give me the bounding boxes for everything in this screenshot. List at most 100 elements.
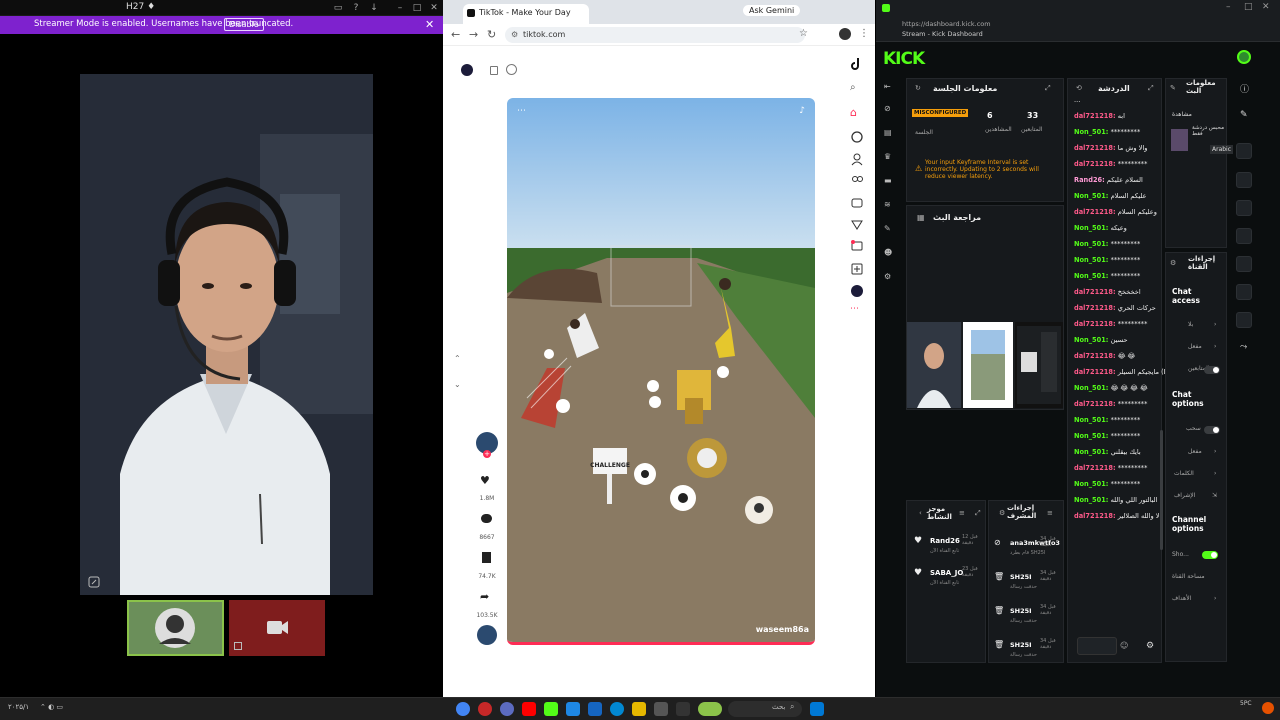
chat-username[interactable]: Non_501: [1074, 432, 1108, 440]
chat-username[interactable]: Non_501: [1074, 384, 1108, 392]
chat-username[interactable]: dal721218: [1074, 464, 1116, 472]
chat-username[interactable]: dal721218: [1074, 368, 1116, 376]
prev-video-icon[interactable]: ⌃ [454, 354, 461, 363]
more-icon[interactable]: ⋯ [850, 304, 864, 318]
chevron-right-icon[interactable]: › [1214, 595, 1216, 602]
chat-message[interactable]: Non_501: ********* [1074, 480, 1140, 488]
chevron-right-icon[interactable]: › [1214, 321, 1216, 328]
banner-close-icon[interactable]: ✕ [425, 18, 434, 31]
minimize-button[interactable]: – [394, 2, 406, 14]
rail-link-icon[interactable]: ⊘ [884, 104, 896, 116]
bookmark-icon[interactable] [482, 552, 491, 563]
rail-share-icon[interactable]: ⤳ [1240, 342, 1247, 352]
chat-message[interactable]: ... [1074, 96, 1080, 104]
collapse-rail-icon[interactable]: ⇤ [884, 82, 896, 94]
participant-tile-avatar[interactable] [127, 600, 224, 656]
tiktok-device-icon[interactable] [490, 66, 498, 75]
disable-button[interactable]: Disable [224, 18, 264, 31]
expand-icon[interactable]: ⤢ [975, 509, 981, 518]
chevron-right-icon[interactable]: › [1214, 343, 1216, 350]
chat-settings-icon[interactable]: ⚙ [1146, 641, 1154, 651]
chat-username[interactable]: dal721218: [1074, 512, 1116, 520]
chat-username[interactable]: Non_501: [1074, 416, 1108, 424]
like-heart-icon[interactable]: ♥ [480, 474, 490, 487]
url-field[interactable]: ⚙ tiktok.com [505, 27, 805, 43]
chat-message[interactable]: dal721218: ********* [1074, 320, 1147, 328]
rail-community-icon[interactable]: ☻ [884, 248, 896, 260]
next-video-icon[interactable]: ⌄ [454, 380, 461, 389]
chat-username[interactable]: Non_501: [1074, 272, 1108, 280]
tile-pop-out-icon[interactable] [234, 642, 242, 650]
video-username[interactable]: waseem86a [756, 625, 809, 634]
edge-icon[interactable] [610, 702, 624, 716]
rail-lightning-icon[interactable] [1236, 172, 1252, 188]
upload-icon[interactable] [850, 262, 864, 276]
external-link-icon[interactable]: ⇲ [1212, 492, 1217, 499]
rail-analytics-icon[interactable]: ≋ [884, 200, 896, 212]
activity-icon[interactable] [850, 240, 864, 254]
chat-username[interactable]: Non_501: [1074, 224, 1108, 232]
kick-url[interactable]: https://dashboard.kick.com [902, 20, 991, 28]
chat-message[interactable]: Non_501: وعيكه [1074, 224, 1127, 232]
event-username[interactable]: SABA_JO [930, 569, 963, 577]
close-button[interactable]: ✕ [428, 2, 440, 14]
mod-action-user[interactable]: SH25I [1010, 573, 1032, 581]
chat-username[interactable]: Non_501: [1074, 448, 1108, 456]
ask-gemini-button[interactable]: Ask Gemini [743, 5, 801, 16]
chat-toggle-icon[interactable]: ⟲ [1076, 84, 1082, 92]
chat-message[interactable]: Non_501: ********* [1074, 128, 1140, 136]
chat-username[interactable]: Non_501: [1074, 336, 1108, 344]
profile-icon[interactable] [850, 284, 864, 298]
chat-username[interactable]: dal721218: [1074, 208, 1116, 216]
rail-link-icon[interactable] [1236, 256, 1252, 272]
discord-icon[interactable] [500, 702, 514, 716]
window-download-icon[interactable]: ↓ [368, 2, 380, 14]
window-inbox-icon[interactable]: ▭ [332, 2, 344, 14]
chat-message[interactable]: dal721218: ابه [1074, 112, 1125, 120]
chat-access-option-1[interactable]: بلا [1188, 321, 1193, 328]
chat-option-4[interactable]: الإشراف [1174, 492, 1195, 499]
reload-icon[interactable]: ↻ [487, 28, 496, 41]
rail-content-icon[interactable]: ▤ [884, 128, 896, 140]
participant-tile-camera[interactable] [229, 600, 325, 656]
chat-message[interactable]: dal721218: حركات الحري [1074, 304, 1156, 312]
filter-icon[interactable]: ≡ [1047, 509, 1053, 517]
event-username[interactable]: Rand26 [930, 537, 960, 545]
kick-taskbar-icon[interactable] [544, 702, 558, 716]
chat-username[interactable]: Non_501: [1074, 128, 1108, 136]
channel-option-3[interactable]: الأهداف [1172, 595, 1191, 602]
chat-message[interactable]: dal721218: لا والله الصلالير [1074, 512, 1160, 520]
chat-message[interactable]: Non_501: بايك بيقلني [1074, 448, 1141, 456]
mod-settings-icon[interactable]: ⚙ [999, 509, 1005, 517]
widgets-icon[interactable] [698, 702, 722, 716]
live-icon[interactable] [850, 196, 864, 210]
session-info-expand-icon[interactable]: ⤢ [1045, 84, 1051, 93]
chat-message[interactable]: dal721218: 😂 😂 [1074, 352, 1135, 360]
rail-stream-icon[interactable]: ▬ [884, 176, 896, 188]
rail-tools-icon[interactable]: ✎ [884, 224, 896, 236]
channel-actions-settings-icon[interactable]: ⚙ [1170, 259, 1176, 267]
chat-message[interactable]: Non_501: ********* [1074, 432, 1140, 440]
browser-menu-icon[interactable]: ⋮ [859, 28, 869, 39]
chat-expand-icon[interactable]: ⤢ [1148, 84, 1154, 93]
chat-username[interactable]: Non_501: [1074, 496, 1108, 504]
chat-message[interactable]: Non_501: البالتور اللي والله [1074, 496, 1157, 504]
rail-settings-icon[interactable]: ⚙ [884, 272, 896, 284]
search-icon[interactable]: ⌕ [850, 82, 864, 96]
chat-option-1[interactable]: سحب [1186, 425, 1201, 432]
friends-icon[interactable] [850, 174, 864, 188]
chrome-icon[interactable] [456, 702, 470, 716]
rail-chat-icon[interactable] [1236, 143, 1252, 159]
tab-tiktok[interactable]: TikTok - Make Your Day [463, 4, 589, 24]
edit-icon[interactable]: ✎ [1240, 110, 1248, 120]
chat-username[interactable]: dal721218: [1074, 400, 1116, 408]
stream-info-edit-icon[interactable]: ✎ [1170, 84, 1176, 92]
file-explorer-icon[interactable] [632, 702, 646, 716]
follow-plus-icon[interactable]: + [483, 450, 491, 458]
stream-preview-thumbnail[interactable] [907, 322, 1063, 408]
mod-action-user[interactable]: SH25I [1010, 607, 1032, 615]
site-info-icon[interactable]: ⚙ [511, 30, 518, 39]
chat-username[interactable]: dal721218: [1074, 288, 1116, 296]
collapse-icon[interactable]: ‹ [919, 509, 922, 517]
app-doc-icon[interactable] [676, 702, 690, 716]
